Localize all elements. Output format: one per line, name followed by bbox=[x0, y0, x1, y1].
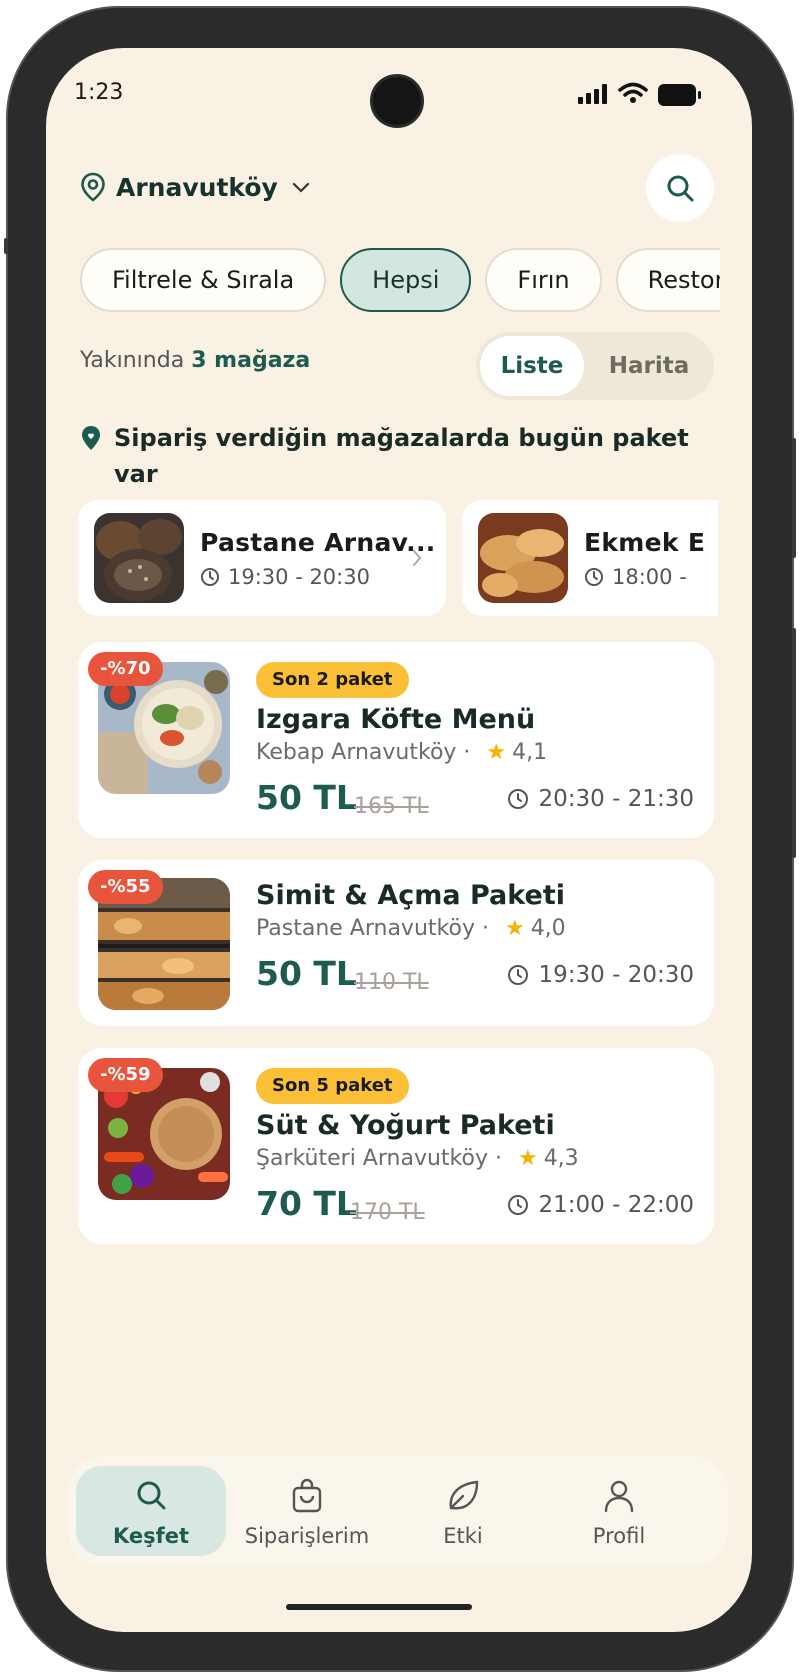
pickup-time-value: 19:30 - 20:30 bbox=[228, 564, 370, 589]
offer-store-info: Pastane Arnavutköy · ★ 4,0 bbox=[256, 916, 566, 941]
price: 50 TL bbox=[256, 954, 357, 993]
app-screen: 1:23 Arnavutköy Filtrele & Sırala Hepsi … bbox=[46, 48, 752, 1632]
pickup-time-value: 19:30 - 20:30 bbox=[538, 962, 695, 988]
nearby-prefix: Yakınında bbox=[80, 348, 185, 373]
pickup-time-value: 21:00 - 22:00 bbox=[538, 1192, 695, 1218]
pickup-time-value: 20:30 - 21:30 bbox=[538, 786, 695, 812]
clock-icon bbox=[507, 965, 528, 985]
offer-store-info: Şarküteri Arnavutköy · ★ 4,3 bbox=[256, 1146, 579, 1171]
clock-icon bbox=[585, 567, 603, 586]
status-bar: 1:23 bbox=[46, 48, 752, 138]
pickup-time: 21:00 - 22:00 bbox=[507, 1192, 695, 1218]
stock-badge: Son 5 paket bbox=[256, 1068, 409, 1104]
nav-orders[interactable]: Siparişlerim bbox=[232, 1466, 382, 1556]
old-price: 110 TL bbox=[354, 970, 429, 995]
price: 50 TL bbox=[256, 778, 357, 817]
notice-text: Sipariş verdiğin mağazalarda bugün paket… bbox=[114, 424, 689, 488]
home-indicator[interactable] bbox=[286, 1604, 472, 1610]
old-price: 165 TL bbox=[354, 794, 429, 819]
store-name: Şarküteri Arnavutköy · bbox=[256, 1146, 502, 1171]
view-toggle: Liste Harita bbox=[476, 332, 714, 400]
search-icon bbox=[667, 175, 694, 202]
nav-label: Keşfet bbox=[112, 1524, 190, 1548]
bottom-navigation: Keşfet Siparişlerim Etki Profil bbox=[68, 1456, 728, 1566]
nav-label: Etki bbox=[443, 1524, 483, 1548]
pickup-time: 20:30 - 21:30 bbox=[507, 786, 695, 812]
previous-stores-carousel: Pastane Arnav... 19:30 - 20:30 Ekmek E 1… bbox=[78, 500, 718, 616]
star-icon: ★ bbox=[504, 916, 525, 941]
store-name: Pastane Arnavutköy · bbox=[256, 916, 489, 941]
chevron-down-icon bbox=[292, 182, 309, 193]
heart-pin-icon bbox=[82, 426, 100, 450]
filter-sort-chip[interactable]: Filtrele & Sırala bbox=[80, 248, 327, 312]
pickup-time: 19:30 - 20:30 bbox=[200, 565, 436, 589]
phone-side-button bbox=[792, 438, 796, 558]
reorder-notice: Sipariş verdiğin mağazalarda bugün paket… bbox=[80, 420, 700, 492]
location-pin-icon bbox=[81, 172, 105, 202]
offer-card[interactable]: -%70 Son 2 paket Izgara Köfte Menü Kebap… bbox=[78, 642, 714, 838]
pickup-time-value: 18:00 - bbox=[612, 564, 687, 589]
offer-title: Simit & Açma Paketi bbox=[256, 880, 565, 911]
phone-side-button bbox=[4, 238, 8, 254]
store-name: Kebap Arnavutköy · bbox=[256, 740, 471, 765]
location-label: Arnavutköy bbox=[116, 172, 278, 202]
nav-label: Profil bbox=[592, 1524, 646, 1548]
star-icon: ★ bbox=[486, 740, 507, 765]
discount-badge: -%59 bbox=[88, 1058, 163, 1092]
clock-icon bbox=[201, 567, 219, 586]
store-name: Ekmek E bbox=[584, 527, 706, 557]
old-price: 170 TL bbox=[350, 1200, 425, 1225]
discount-badge: -%55 bbox=[88, 870, 163, 904]
clock-icon bbox=[507, 789, 528, 809]
bag-icon bbox=[292, 1478, 322, 1513]
nearby-store-count: 3 mağaza bbox=[191, 348, 311, 373]
front-camera bbox=[370, 74, 424, 128]
signal-icon bbox=[578, 84, 607, 104]
chip-restaurant[interactable]: Restoran bbox=[615, 248, 720, 312]
search-button[interactable] bbox=[646, 154, 714, 222]
offer-card[interactable]: -%59 Son 5 paket Süt & Yoğurt Paketi Şar… bbox=[78, 1048, 714, 1244]
chip-all[interactable]: Hepsi bbox=[340, 248, 472, 312]
pickup-time: 18:00 - bbox=[584, 565, 705, 589]
offer-card[interactable]: -%55 Simit & Açma Paketi Pastane Arnavut… bbox=[78, 860, 714, 1026]
store-image bbox=[478, 513, 568, 603]
store-image bbox=[94, 513, 184, 603]
clock-icon bbox=[507, 1195, 528, 1215]
store-name: Pastane Arnav... bbox=[200, 527, 436, 557]
previous-store-card[interactable]: Ekmek E 18:00 - bbox=[462, 500, 718, 616]
price: 70 TL bbox=[256, 1184, 357, 1223]
nav-discover[interactable]: Keşfet bbox=[76, 1466, 226, 1556]
discount-badge: -%70 bbox=[88, 652, 163, 686]
offer-title: Izgara Köfte Menü bbox=[256, 704, 536, 735]
filter-chips: Filtrele & SıralaHepsiFırınRestoran bbox=[80, 248, 720, 314]
offer-title: Süt & Yoğurt Paketi bbox=[256, 1110, 555, 1141]
rating: 4,3 bbox=[543, 1146, 579, 1171]
nav-label: Siparişlerim bbox=[244, 1524, 370, 1548]
location-selector[interactable]: Arnavutköy bbox=[80, 172, 312, 202]
chip-bakery[interactable]: Fırın bbox=[485, 248, 602, 312]
nearby-count: Yakınında 3 mağaza bbox=[80, 348, 310, 373]
search-icon bbox=[137, 1481, 166, 1510]
star-icon: ★ bbox=[517, 1146, 538, 1171]
map-view-tab[interactable]: Harita bbox=[588, 336, 710, 396]
leaf-icon bbox=[449, 1480, 479, 1510]
stock-badge: Son 2 paket bbox=[256, 662, 409, 698]
previous-store-card[interactable]: Pastane Arnav... 19:30 - 20:30 bbox=[78, 500, 446, 616]
list-view-tab[interactable]: Liste bbox=[480, 336, 584, 396]
status-time: 1:23 bbox=[74, 80, 124, 105]
nav-impact[interactable]: Etki bbox=[388, 1466, 538, 1556]
chevron-right-icon bbox=[413, 550, 422, 566]
rating: 4,1 bbox=[512, 740, 548, 765]
nav-profile[interactable]: Profil bbox=[544, 1466, 694, 1556]
offer-store-info: Kebap Arnavutköy · ★ 4,1 bbox=[256, 740, 547, 765]
phone-side-button bbox=[792, 628, 796, 858]
battery-icon bbox=[658, 84, 701, 106]
pickup-time: 19:30 - 20:30 bbox=[507, 962, 695, 988]
person-icon bbox=[604, 1480, 634, 1513]
rating: 4,0 bbox=[530, 916, 566, 941]
wifi-icon bbox=[618, 82, 648, 103]
